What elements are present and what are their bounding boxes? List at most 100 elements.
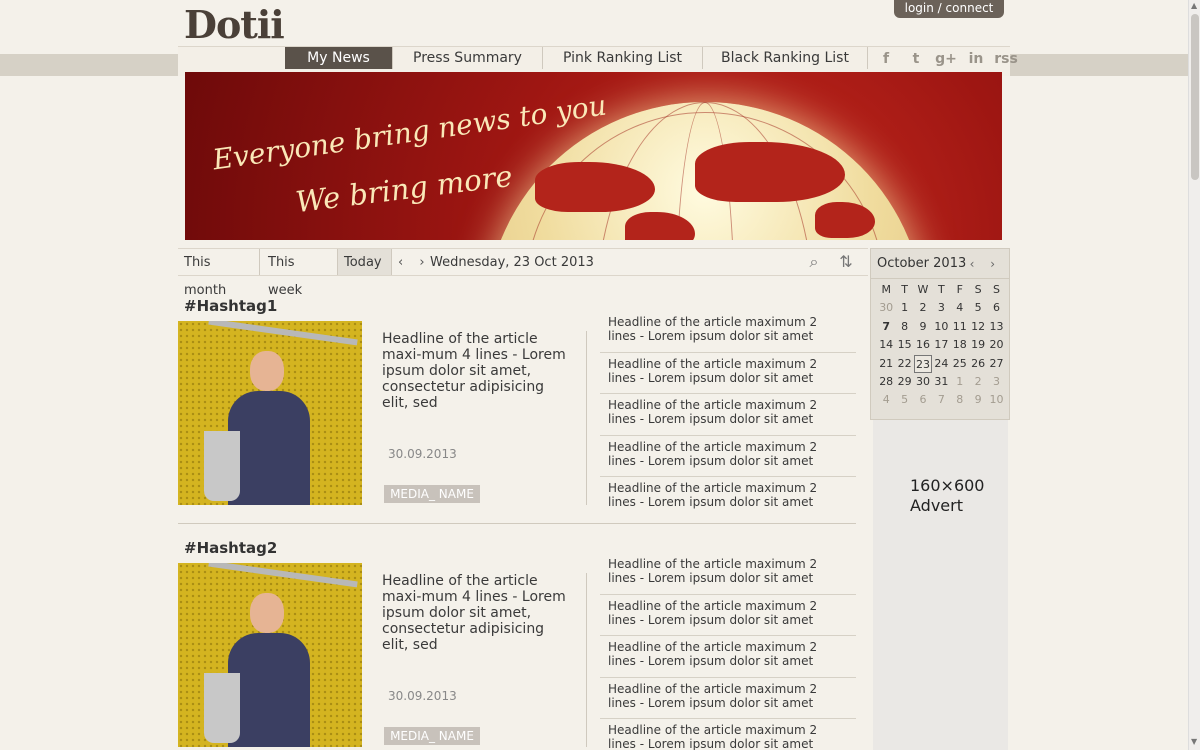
section-hashtag[interactable]: #Hashtag2 [184,539,277,557]
calendar-day[interactable]: 22 [895,355,913,373]
scroll-down-icon[interactable]: ▼ [1191,738,1199,746]
calendar-day[interactable]: 21 [877,355,895,373]
calendar-day[interactable]: 17 [932,336,950,354]
search-icon[interactable]: ⌕ [802,251,826,273]
calendar-nav-arrows[interactable]: ‹ › [970,249,1001,279]
page-scrollbar[interactable]: ▲ ▼ [1188,0,1200,750]
media-name-tag[interactable]: MEDIA_ NAME [384,485,480,503]
calendar-day[interactable]: 30 [914,373,932,391]
calendar-day[interactable]: 7 [932,391,950,409]
login-separator: / [937,1,942,15]
calendar-day[interactable]: 19 [969,336,987,354]
nav-item-black-ranking[interactable]: Black Ranking List [703,47,868,69]
photo-fork [204,431,240,501]
calendar-weekday: W [917,283,929,296]
calendar-day[interactable]: 1 [951,373,969,391]
advert-slot[interactable]: 160×600 Advert [873,420,1008,750]
calendar-day[interactable]: 18 [951,336,969,354]
related-link[interactable]: Headline of the article maximum 2 lines … [600,595,856,637]
linkedin-icon[interactable]: in [964,49,988,69]
calendar-day[interactable]: 4 [951,299,969,317]
article-headline[interactable]: Headline of the article maxi-mum 4 lines… [382,331,572,411]
related-link[interactable]: Headline of the article maximum 2 lines … [600,311,856,353]
filter-today[interactable]: Today [338,249,392,275]
calendar-day[interactable]: 10 [932,318,950,336]
calendar-day[interactable]: 31 [932,373,950,391]
filter-this-month[interactable]: This month [178,249,260,298]
calendar-day[interactable]: 2 [969,373,987,391]
related-link[interactable]: Headline of the article maximum 2 lines … [600,436,856,478]
calendar-day[interactable]: 5 [895,391,913,409]
related-link[interactable]: Headline of the article maximum 2 lines … [600,353,856,395]
nav-item-my-news[interactable]: My News [285,47,393,69]
calendar-day[interactable]: 3 [987,373,1005,391]
calendar-weekday: T [901,283,908,296]
calendar-day[interactable]: 20 [987,336,1005,354]
scroll-up-icon[interactable]: ▲ [1191,2,1199,10]
article-photo[interactable] [178,563,362,747]
calendar-day[interactable]: 9 [914,318,932,336]
google-plus-icon[interactable]: g+ [934,49,958,69]
calendar-day[interactable]: 10 [987,391,1005,409]
hero-banner: Everyone bring news to you We bring more [185,72,1002,240]
calendar-day[interactable]: 25 [951,355,969,373]
scroll-thumb[interactable] [1191,14,1199,180]
nav-item-press-summary[interactable]: Press Summary [393,47,543,69]
calendar-day[interactable]: 29 [895,373,913,391]
calendar-day[interactable]: 24 [932,355,950,373]
related-link[interactable]: Headline of the article maximum 2 lines … [600,477,856,519]
calendar-day[interactable]: 26 [969,355,987,373]
section-hashtag[interactable]: #Hashtag1 [184,297,277,315]
calendar-grid: M T W T F S S 30 1 2 3 4 5 6 7 8 9 10 11… [877,281,1009,410]
nav-item-pink-ranking[interactable]: Pink Ranking List [543,47,703,69]
calendar-day[interactable]: 6 [987,299,1005,317]
filter-this-week[interactable]: This week [262,249,338,298]
facebook-icon[interactable]: f [874,49,898,69]
article-photo[interactable] [178,321,362,505]
connect-link[interactable]: connect [946,1,994,15]
calendar-weekday: M [881,283,891,296]
calendar-day[interactable]: 11 [951,318,969,336]
article-date: 30.09.2013 [388,447,457,461]
related-link[interactable]: Headline of the article maximum 2 lines … [600,553,856,595]
calendar-day[interactable]: 16 [914,336,932,354]
related-link[interactable]: Headline of the article maximum 2 lines … [600,636,856,678]
calendar-day[interactable]: 6 [914,391,932,409]
calendar-weekday: F [956,283,963,296]
calendar-day[interactable]: 5 [969,299,987,317]
calendar-day[interactable]: 27 [987,355,1005,373]
login-link[interactable]: login [905,1,934,15]
calendar-day[interactable]: 15 [895,336,913,354]
rss-icon[interactable]: rss [994,49,1018,69]
related-link[interactable]: Headline of the article maximum 2 lines … [600,394,856,436]
media-name-tag[interactable]: MEDIA_ NAME [384,727,480,745]
calendar-day[interactable]: 13 [987,318,1005,336]
calendar-day[interactable]: 3 [932,299,950,317]
calendar-day[interactable]: 1 [895,299,913,317]
calendar-day[interactable]: 9 [969,391,987,409]
calendar-day[interactable]: 8 [951,391,969,409]
date-prev-next[interactable]: ‹ › [398,249,431,277]
calendar-day[interactable]: 7 [877,318,895,336]
related-link[interactable]: Headline of the article maximum 2 lines … [600,719,856,750]
advert-size: 160×600 [910,476,985,495]
calendar-day[interactable]: 12 [969,318,987,336]
calendar-day[interactable]: 14 [877,336,895,354]
photo-person-body [228,633,310,747]
calendar-day[interactable]: 4 [877,391,895,409]
sort-icon[interactable]: ⇅ [834,251,858,273]
related-link[interactable]: Headline of the article maximum 2 lines … [600,678,856,720]
related-links: Headline of the article maximum 2 lines … [600,311,856,519]
article-date: 30.09.2013 [388,689,457,703]
advert-word: Advert [910,496,963,515]
logo[interactable]: Dotii [184,2,285,52]
related-links: Headline of the article maximum 2 lines … [600,553,856,750]
calendar-day[interactable]: 30 [877,299,895,317]
calendar-day[interactable]: 28 [877,373,895,391]
article-headline[interactable]: Headline of the article maxi-mum 4 lines… [382,573,572,653]
calendar-header: October 2013 ‹ › [871,249,1009,279]
calendar-day-selected[interactable]: 23 [913,354,933,373]
calendar-day[interactable]: 2 [914,299,932,317]
twitter-icon[interactable]: t [904,49,928,69]
calendar-day[interactable]: 8 [895,318,913,336]
